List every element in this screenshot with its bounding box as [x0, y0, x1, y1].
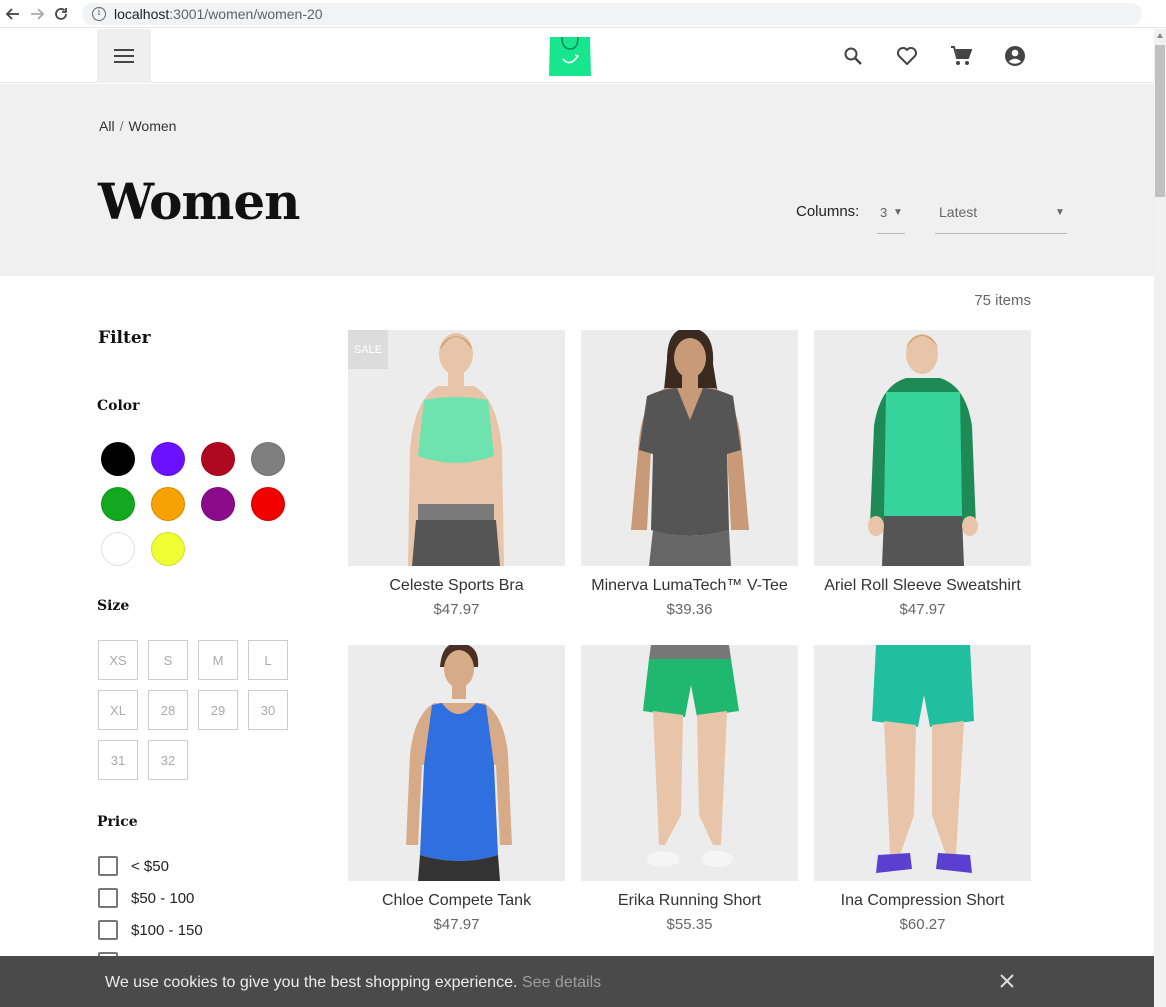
- color-swatch-magenta[interactable]: [201, 487, 235, 521]
- product-name[interactable]: Ina Compression Short: [814, 892, 1031, 910]
- breadcrumb-item-all[interactable]: All: [99, 118, 115, 134]
- price-option-label: $100 - 150: [131, 921, 203, 939]
- product-name[interactable]: Ariel Roll Sleeve Sweatshirt: [814, 577, 1031, 595]
- product-price: $47.97: [433, 916, 480, 933]
- product-price: $55.35: [666, 916, 713, 933]
- chevron-down-icon: ▼: [893, 207, 903, 218]
- product-card[interactable]: Minerva LumaTech™ V-Tee $39.36: [581, 330, 798, 618]
- cookie-banner: We use cookies to give you the best shop…: [0, 956, 1154, 1007]
- size-option[interactable]: XL: [98, 690, 138, 730]
- size-filter-title: Size: [97, 598, 130, 614]
- checkbox[interactable]: [98, 888, 118, 908]
- price-filter-title: Price: [97, 814, 138, 830]
- columns-value: 3: [880, 205, 888, 220]
- cart-icon[interactable]: [947, 42, 975, 70]
- forward-button[interactable]: [26, 3, 48, 25]
- product-image[interactable]: [581, 645, 798, 881]
- menu-icon: [114, 49, 134, 63]
- product-image[interactable]: [581, 330, 798, 566]
- color-swatch-purple[interactable]: [151, 442, 185, 476]
- size-option[interactable]: 30: [248, 690, 288, 730]
- product-card[interactable]: SALE Celeste Sports Bra $47.97: [348, 330, 565, 618]
- size-option[interactable]: 32: [148, 740, 188, 780]
- shopping-bag-logo-icon[interactable]: [548, 35, 592, 77]
- size-option[interactable]: 29: [198, 690, 238, 730]
- checkbox[interactable]: [98, 920, 118, 940]
- site-header: [0, 29, 1154, 83]
- color-swatch-red[interactable]: [251, 487, 285, 521]
- price-option-label: $50 - 100: [131, 889, 195, 907]
- breadcrumb-item-women: Women: [128, 118, 177, 134]
- product-card[interactable]: Ina Compression Short $60.27: [814, 645, 1031, 933]
- url-host: localhost: [114, 5, 170, 22]
- arrow-left-icon: [5, 7, 19, 20]
- url-path: :3001/women/women-20: [169, 5, 323, 22]
- info-icon[interactable]: i: [92, 6, 106, 21]
- cookie-details-link[interactable]: See details: [522, 974, 601, 992]
- filter-title: Filter: [98, 328, 151, 348]
- color-filter-title: Color: [97, 398, 140, 414]
- columns-select[interactable]: 3 ▼: [877, 196, 905, 234]
- address-bar[interactable]: i localhost:3001/women/women-20: [82, 2, 1142, 25]
- sale-badge: SALE: [348, 330, 388, 369]
- color-swatch-yellow[interactable]: [151, 532, 185, 566]
- account-icon[interactable]: [1001, 42, 1029, 70]
- item-count: 75 items: [974, 292, 1031, 309]
- reload-button[interactable]: [50, 3, 72, 25]
- product-image[interactable]: [348, 645, 565, 881]
- price-option-label: < $50: [131, 857, 169, 875]
- scroll-up-icon[interactable]: [1157, 33, 1163, 38]
- size-option[interactable]: M: [198, 640, 238, 680]
- columns-label: Columns:: [796, 203, 860, 220]
- breadcrumb: All / Women: [99, 118, 176, 134]
- sort-value: Latest: [939, 204, 978, 220]
- page-title: Women: [98, 172, 300, 231]
- product-name[interactable]: Minerva LumaTech™ V-Tee: [581, 577, 798, 595]
- menu-button[interactable]: [97, 29, 151, 83]
- scrollbar-thumb[interactable]: [1155, 45, 1165, 197]
- arrow-right-icon: [31, 7, 45, 20]
- price-option[interactable]: $100 - 150: [98, 920, 203, 940]
- browser-toolbar: i localhost:3001/women/women-20: [0, 0, 1166, 28]
- price-option[interactable]: < $50: [98, 856, 169, 876]
- search-icon[interactable]: [839, 42, 867, 70]
- back-button[interactable]: [2, 3, 24, 25]
- breadcrumb-separator: /: [119, 118, 124, 134]
- color-swatch-black[interactable]: [101, 442, 135, 476]
- size-option[interactable]: XS: [98, 640, 138, 680]
- checkbox[interactable]: [98, 856, 118, 876]
- size-option[interactable]: 28: [148, 690, 188, 730]
- product-image[interactable]: [814, 330, 1031, 566]
- product-price: $47.97: [433, 601, 480, 618]
- product-price: $47.97: [899, 601, 946, 618]
- price-option[interactable]: $50 - 100: [98, 888, 194, 908]
- product-card[interactable]: Erika Running Short $55.35: [581, 645, 798, 933]
- product-price: $60.27: [899, 916, 946, 933]
- color-swatch-gray[interactable]: [251, 442, 285, 476]
- color-swatch-green[interactable]: [101, 487, 135, 521]
- size-option[interactable]: S: [148, 640, 188, 680]
- size-option[interactable]: L: [248, 640, 288, 680]
- product-card[interactable]: Chloe Compete Tank $47.97: [348, 645, 565, 933]
- product-name[interactable]: Erika Running Short: [581, 892, 798, 910]
- product-price: $39.36: [666, 601, 713, 618]
- chevron-down-icon: ▼: [1055, 207, 1065, 218]
- color-swatch-orange[interactable]: [151, 487, 185, 521]
- product-card[interactable]: Ariel Roll Sleeve Sweatshirt $47.97: [814, 330, 1031, 618]
- scrollbar[interactable]: [1154, 29, 1166, 1007]
- product-name[interactable]: Chloe Compete Tank: [348, 892, 565, 910]
- sort-select[interactable]: Latest ▼: [935, 196, 1067, 234]
- cookie-message: We use cookies to give you the best shop…: [105, 974, 518, 991]
- category-hero: All / Women Women Columns: 3 ▼ Latest ▼: [0, 84, 1154, 276]
- heart-icon[interactable]: [893, 42, 921, 70]
- size-option[interactable]: 31: [98, 740, 138, 780]
- color-swatch-red-dark[interactable]: [201, 442, 235, 476]
- product-name[interactable]: Celeste Sports Bra: [348, 577, 565, 595]
- product-image[interactable]: SALE: [348, 330, 565, 566]
- reload-icon: [55, 7, 67, 20]
- color-swatch-white[interactable]: [101, 532, 135, 566]
- close-icon[interactable]: [996, 970, 1018, 992]
- product-image[interactable]: [814, 645, 1031, 881]
